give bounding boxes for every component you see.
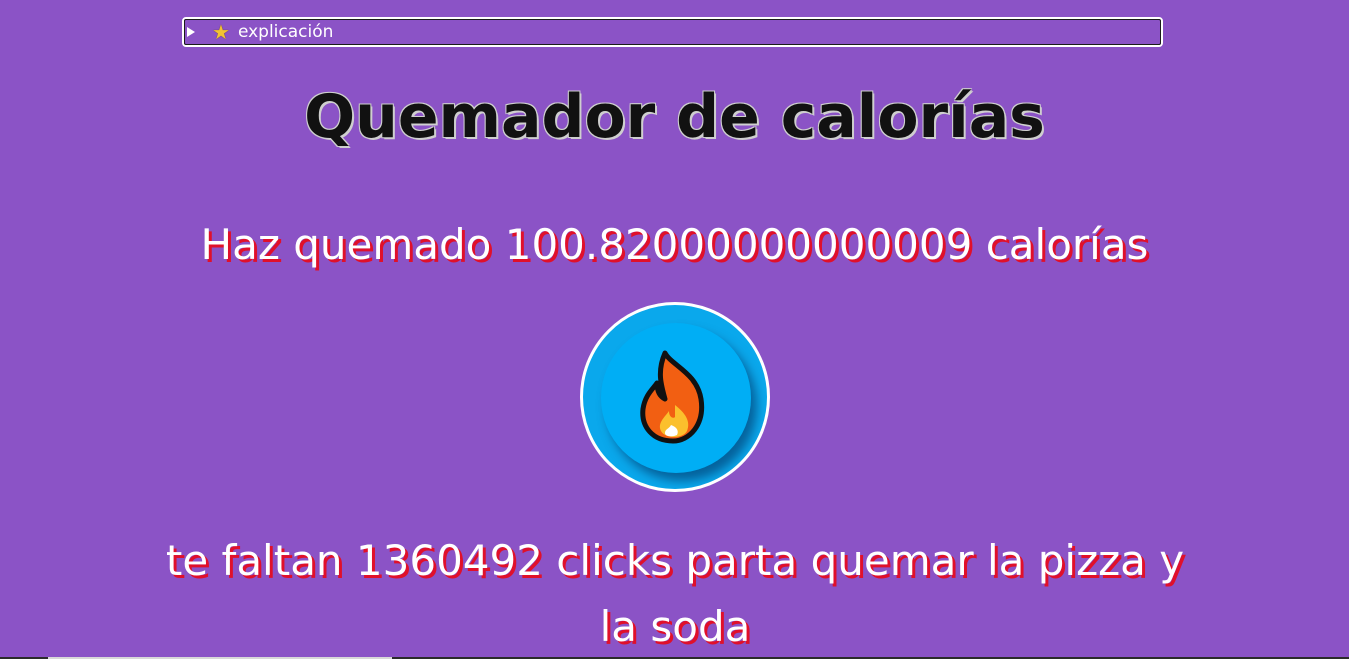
details-summary-label: explicación: [237, 22, 334, 42]
explanation-details-toggle[interactable]: ★ explicación: [182, 17, 1163, 47]
star-icon: ★: [212, 20, 230, 44]
burn-calories-button[interactable]: [580, 302, 770, 492]
calories-burned-text: Haz quemado 100.82000000000009 calorías: [200, 220, 1149, 269]
disclosure-triangle-icon: [187, 27, 195, 37]
fire-icon: [640, 350, 705, 444]
clicks-remaining-text: te faltan 1360492 clicks parta quemar la…: [165, 536, 1185, 651]
page-title: Quemador de calorías: [304, 82, 1045, 152]
